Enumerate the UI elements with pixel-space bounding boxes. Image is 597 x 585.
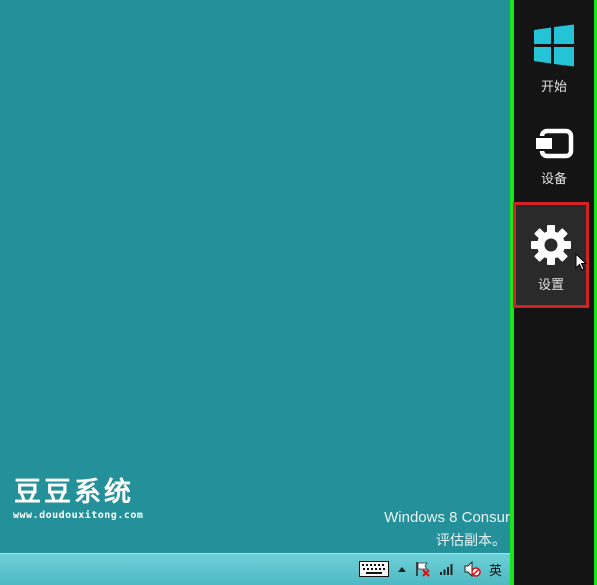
windows-logo-icon [532, 24, 576, 72]
devices-icon [533, 128, 575, 164]
charm-settings-label: 设置 [537, 278, 564, 293]
os-version-watermark: Windows 8 Consur [384, 509, 510, 526]
show-hidden-icons-icon[interactable] [397, 560, 407, 578]
taskbar: 英 [0, 553, 510, 585]
ime-language-indicator[interactable]: 英 [489, 560, 502, 579]
evaluation-copy-label: 评估副本。 [436, 532, 506, 548]
charm-devices-label: 设备 [540, 172, 567, 187]
watermark-logo-text: 豆豆系统 [14, 477, 134, 508]
network-signal-icon[interactable] [439, 560, 455, 578]
action-center-flag-icon[interactable] [415, 560, 431, 578]
mouse-pointer-icon [575, 252, 588, 275]
charm-start[interactable]: 开始 [514, 24, 594, 95]
keyboard-icon[interactable] [358, 560, 389, 578]
system-tray: 英 [358, 560, 502, 579]
volume-muted-icon[interactable] [463, 560, 481, 578]
charm-start-label: 开始 [540, 80, 567, 95]
gear-icon [530, 225, 572, 270]
charms-bar: 开始 设备 设置 [513, 0, 594, 585]
desktop[interactable]: 豆豆系统 www.doudouxitong.com Windows 8 Cons… [0, 0, 510, 585]
charm-devices[interactable]: 设备 [514, 128, 594, 187]
watermark-url: www.doudouxitong.com [13, 510, 144, 521]
